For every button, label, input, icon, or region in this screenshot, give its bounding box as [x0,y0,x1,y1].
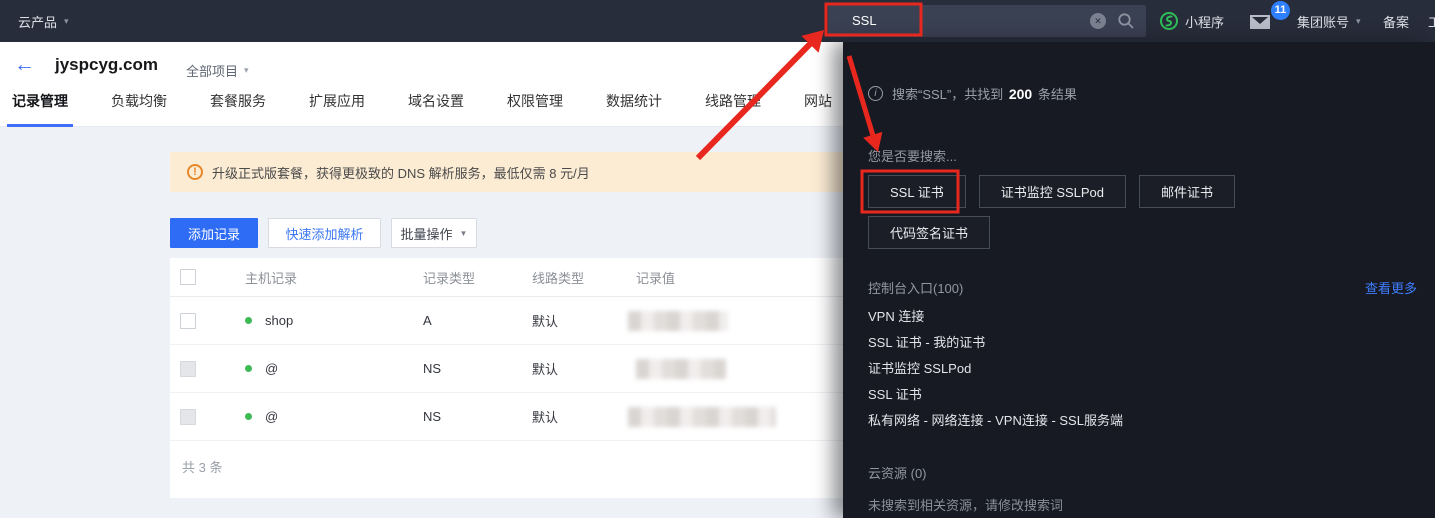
chevron-down-icon: ▼ [460,229,468,238]
col-host: 主机记录 [245,268,423,287]
unread-count-badge: 11 [1271,1,1290,20]
suggestion-sslpod[interactable]: 证书监控 SSLPod [979,175,1126,208]
search-summary: i 搜索“SSL”，共找到 200 条结果 [868,84,1077,103]
mini-program-label: 小程序 [1185,12,1224,31]
console-entry-ssl-my-certs[interactable]: SSL 证书 - 我的证书 [868,336,1123,350]
beian-label: 备案 [1383,12,1409,31]
row-checkbox[interactable] [180,313,196,329]
chevron-down-icon: ▾ [244,65,249,76]
host-record: shop [265,313,293,328]
project-filter-label: 全部项目 [186,61,238,80]
suggestion-row: SSL 证书 证书监控 SSLPod 邮件证书 [868,175,1235,208]
cloud-resources-title: 云资源 (0) [868,463,927,482]
upgrade-notice-banner: ! 升级正式版套餐，获得更极致的 DNS 解析服务，最低仅需 8 元/月 [170,152,843,192]
project-filter-dropdown[interactable]: 全部项目 ▾ [186,61,249,80]
console-entry-vpn[interactable]: VPN 连接 [868,310,1123,324]
add-record-button[interactable]: 添加记录 [170,218,258,248]
suggestion-email-certificate[interactable]: 邮件证书 [1139,175,1235,208]
chevron-down-icon: ▾ [64,16,69,27]
mini-program-menu[interactable]: 小程序 [1160,0,1224,42]
tab-load-balancing[interactable]: 负载均衡 [109,88,169,127]
console-entries-title: 控制台入口(100) [868,278,963,297]
select-all-checkbox[interactable] [180,269,196,285]
row-checkbox[interactable] [180,361,196,377]
clipped-menu-item[interactable]: 工 [1428,0,1435,42]
tab-statistics[interactable]: 数据统计 [604,88,664,127]
summary-suffix: 条结果 [1038,87,1077,102]
console-entry-ssl[interactable]: SSL 证书 [868,388,1123,402]
dns-console-page: ← jyspcyg.com 全部项目 ▾ 记录管理 负载均衡 套餐服务 扩展应用… [0,42,843,518]
view-more-link[interactable]: 查看更多 [1365,278,1417,297]
host-record: @ [265,361,278,376]
message-center-button[interactable]: 11 [1250,0,1292,42]
line-type: 默认 [532,359,636,378]
console-entry-sslpod[interactable]: 证书监控 SSLPod [868,362,1123,376]
tab-website[interactable]: 网站 [802,88,834,127]
global-search-input[interactable]: SSL ✕ [828,5,1146,37]
status-dot [245,413,252,420]
console-entry-vpc-ssl-server[interactable]: 私有网络 - 网络连接 - VPN连接 - SSL服务端 [868,414,1123,428]
table-row: shop A 默认 [170,297,843,345]
result-count: 200 [1009,86,1032,102]
quick-add-button[interactable]: 快速添加解析 [268,218,381,248]
batch-operations-dropdown[interactable]: 批量操作 ▼ [391,218,477,248]
warning-icon: ! [187,164,203,180]
domain-header: ← jyspcyg.com 全部项目 ▾ 记录管理 负载均衡 套餐服务 扩展应用… [0,42,843,127]
top-nav-bar: 云产品 ▾ SSL ✕ 小程序 11 集团账号 ▾ 备案 [0,0,1435,42]
chevron-down-icon: ▾ [1356,16,1361,27]
back-button[interactable]: ← [14,53,35,77]
cloud-products-label: 云产品 [18,12,57,31]
status-dot [245,317,252,324]
cloud-resources-empty-text: 未搜索到相关资源，请修改搜索词 [868,495,1063,514]
group-account-menu[interactable]: 集团账号 ▾ [1297,0,1361,42]
tab-plan-service[interactable]: 套餐服务 [208,88,268,127]
suggestion-ssl-certificate[interactable]: SSL 证书 [868,175,966,208]
tab-bar: 记录管理 负载均衡 套餐服务 扩展应用 域名设置 权限管理 数据统计 线路管理 … [10,88,834,127]
tab-line-management[interactable]: 线路管理 [703,88,763,127]
col-type: 记录类型 [423,268,532,287]
suggest-title: 您是否要搜索... [868,146,957,165]
search-icon[interactable] [1117,12,1135,30]
host-record: @ [265,409,278,424]
table-row: @ NS 默认 [170,393,843,441]
beian-link[interactable]: 备案 [1383,0,1409,42]
record-type: NS [423,361,532,376]
row-checkbox[interactable] [180,409,196,425]
col-value: 记录值 [636,268,843,287]
app-window: 云产品 ▾ SSL ✕ 小程序 11 集团账号 ▾ 备案 [0,0,1435,518]
masked-record-value [628,407,776,427]
suggestion-code-signing-certificate[interactable]: 代码签名证书 [868,216,990,249]
tab-domain-settings[interactable]: 域名设置 [406,88,466,127]
table-row: @ NS 默认 [170,345,843,393]
record-type: NS [423,409,532,424]
tab-permissions[interactable]: 权限管理 [505,88,565,127]
record-toolbar: 添加记录 快速添加解析 批量操作 ▼ [170,218,477,248]
envelope-icon [1250,15,1270,29]
search-results-panel: i 搜索“SSL”，共找到 200 条结果 您是否要搜索... SSL 证书 证… [843,42,1435,518]
suggestion-row: 代码签名证书 [868,216,990,249]
masked-record-value [628,311,728,331]
search-input-value: SSL [852,5,877,37]
tab-extensions[interactable]: 扩展应用 [307,88,367,127]
status-dot [245,365,252,372]
mini-program-icon [1160,12,1178,30]
table-header-row: 主机记录 记录类型 线路类型 记录值 [170,258,843,297]
masked-record-value [636,359,726,379]
group-account-label: 集团账号 [1297,12,1349,31]
table-total-count: 共 3 条 [170,441,843,476]
records-table: 主机记录 记录类型 线路类型 记录值 shop A 默认 @ [170,258,843,498]
console-entry-list: VPN 连接 SSL 证书 - 我的证书 证书监控 SSLPod SSL 证书 … [868,310,1123,428]
summary-prefix: 搜索“SSL”，共找到 [892,87,1003,102]
info-icon: i [868,86,883,101]
tab-record-management[interactable]: 记录管理 [10,88,70,127]
page-title-domain: jyspcyg.com [55,55,158,75]
banner-text: 升级正式版套餐，获得更极致的 DNS 解析服务，最低仅需 8 元/月 [212,163,590,182]
record-type: A [423,313,532,328]
line-type: 默认 [532,311,636,330]
clear-search-icon[interactable]: ✕ [1090,13,1106,29]
col-line: 线路类型 [532,268,636,287]
line-type: 默认 [532,407,636,426]
cloud-products-menu[interactable]: 云产品 ▾ [18,0,69,42]
